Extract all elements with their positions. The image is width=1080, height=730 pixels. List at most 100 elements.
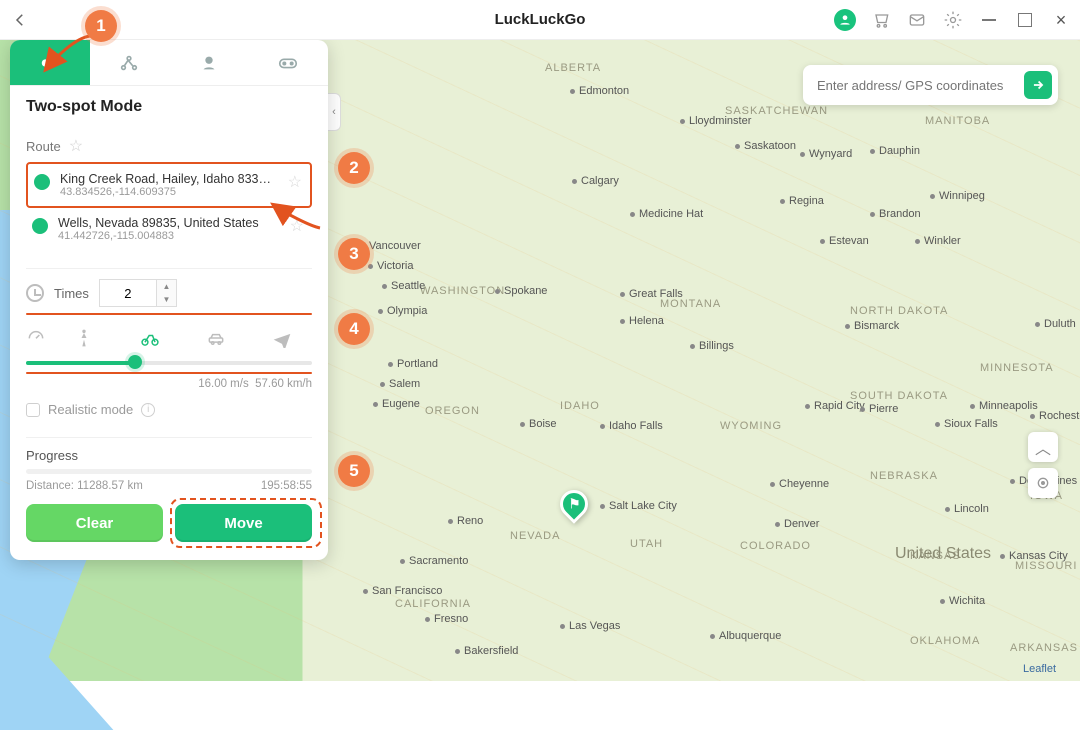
region-label: NORTH DAKOTA bbox=[850, 305, 948, 317]
city-label: Boise bbox=[520, 418, 557, 430]
settings-icon[interactable] bbox=[942, 9, 964, 31]
annotation-badge-2: 2 bbox=[338, 152, 370, 184]
city-label: Seattle bbox=[382, 280, 425, 292]
city-label: Lincoln bbox=[945, 503, 989, 515]
help-icon[interactable]: i bbox=[141, 403, 155, 417]
annotation-badge-4: 4 bbox=[338, 313, 370, 345]
panel-collapse-button[interactable]: ‹ bbox=[327, 93, 341, 131]
clock-icon bbox=[26, 284, 44, 302]
city-label: Duluth bbox=[1035, 318, 1076, 330]
region-label: UTAH bbox=[630, 538, 663, 550]
search-input[interactable] bbox=[817, 78, 1024, 93]
tab-teleport[interactable] bbox=[169, 40, 249, 85]
waypoint-address: King Creek Road, Hailey, Idaho 8334... bbox=[60, 172, 276, 186]
city-label: Salt Lake City bbox=[600, 500, 677, 512]
times-stepper[interactable]: ▲ ▼ bbox=[99, 279, 177, 307]
route-label: Route bbox=[26, 139, 61, 154]
realistic-label: Realistic mode bbox=[48, 402, 133, 417]
times-row: Times ▲ ▼ bbox=[10, 279, 328, 307]
region-label: COLORADO bbox=[740, 540, 811, 552]
gauge-icon bbox=[26, 325, 48, 350]
region-label: ARKANSAS bbox=[1010, 642, 1078, 654]
search-go-button[interactable] bbox=[1024, 71, 1052, 99]
region-label: NEBRASKA bbox=[870, 470, 938, 482]
region-label: WASHINGTON bbox=[420, 285, 505, 297]
clear-button[interactable]: Clear bbox=[26, 504, 163, 542]
speed-slider[interactable] bbox=[26, 356, 312, 370]
eta-text: 195:58:55 bbox=[261, 480, 312, 492]
transport-bike-icon[interactable] bbox=[120, 328, 180, 348]
city-label: Helena bbox=[620, 315, 664, 327]
city-label: Bismarck bbox=[845, 320, 899, 332]
region-label: ALBERTA bbox=[545, 62, 601, 74]
city-label: Minneapolis bbox=[970, 400, 1038, 412]
times-value[interactable] bbox=[100, 280, 156, 306]
city-label: Reno bbox=[448, 515, 483, 527]
waypoint-favorite-icon[interactable]: ☆ bbox=[286, 172, 304, 192]
tab-joystick[interactable] bbox=[249, 40, 329, 85]
city-label: Eugene bbox=[373, 398, 420, 410]
city-label: Idaho Falls bbox=[600, 420, 663, 432]
city-label: Billings bbox=[690, 340, 734, 352]
transport-plane-icon[interactable] bbox=[252, 328, 312, 348]
realistic-mode-row: Realistic mode i bbox=[10, 398, 328, 427]
account-icon[interactable] bbox=[834, 9, 856, 31]
back-button[interactable] bbox=[0, 11, 40, 29]
speed-readout: 16.00 m/s 57.60 km/h bbox=[10, 374, 328, 398]
region-label: NEVADA bbox=[510, 530, 560, 542]
transport-car-icon[interactable] bbox=[186, 328, 246, 348]
country-label: United States bbox=[895, 545, 991, 563]
city-label: Las Vegas bbox=[560, 620, 620, 632]
region-label: OREGON bbox=[425, 405, 480, 417]
distance-text: Distance: 11288.57 km bbox=[26, 480, 143, 492]
move-button[interactable]: Move bbox=[175, 504, 312, 542]
city-label: Pierre bbox=[860, 403, 898, 415]
city-label: Lloydminster bbox=[680, 115, 751, 127]
city-label: Victoria bbox=[368, 260, 413, 272]
mail-icon[interactable] bbox=[906, 9, 928, 31]
map-locate-button[interactable] bbox=[1028, 468, 1058, 498]
map-search bbox=[803, 65, 1058, 105]
times-down-button[interactable]: ▼ bbox=[156, 293, 176, 306]
city-label: Rochester bbox=[1030, 410, 1080, 422]
city-label: Spokane bbox=[495, 285, 547, 297]
map-attribution[interactable]: Leaflet bbox=[1023, 663, 1056, 675]
tab-multi-spot[interactable] bbox=[90, 40, 170, 85]
times-up-button[interactable]: ▲ bbox=[156, 280, 176, 293]
city-label: Dauphin bbox=[870, 145, 920, 157]
map-pin-icon[interactable]: ⚑ bbox=[560, 490, 588, 526]
window-maximize-button[interactable] bbox=[1014, 9, 1036, 31]
city-label: Wynyard bbox=[800, 148, 852, 160]
waypoint-address: Wells, Nevada 89835, United States bbox=[58, 216, 278, 230]
city-label: Wichita bbox=[940, 595, 985, 607]
city-label: Cheyenne bbox=[770, 478, 829, 490]
waypoint-coords: 41.442726,-115.004883 bbox=[58, 230, 278, 242]
annotation-badge-1: 1 bbox=[85, 10, 117, 42]
times-label: Times bbox=[54, 286, 89, 301]
city-label: Albuquerque bbox=[710, 630, 781, 642]
city-label: Fresno bbox=[425, 613, 468, 625]
city-label: Olympia bbox=[378, 305, 427, 317]
city-label: Bakersfield bbox=[455, 645, 518, 657]
transport-walk-icon[interactable] bbox=[54, 328, 114, 348]
realistic-checkbox[interactable] bbox=[26, 403, 40, 417]
city-label: Regina bbox=[780, 195, 824, 207]
window-minimize-button[interactable] bbox=[978, 9, 1000, 31]
window-close-button[interactable]: × bbox=[1050, 9, 1072, 31]
city-label: Denver bbox=[775, 518, 819, 530]
city-label: Saskatoon bbox=[735, 140, 796, 152]
city-label: Sacramento bbox=[400, 555, 468, 567]
slider-thumb[interactable] bbox=[128, 355, 142, 369]
region-label: CALIFORNIA bbox=[395, 598, 471, 610]
titlebar: LuckLuckGo × bbox=[0, 0, 1080, 40]
route-favorite-icon[interactable]: ☆ bbox=[69, 136, 83, 156]
city-label: Great Falls bbox=[620, 288, 683, 300]
city-label: Sioux Falls bbox=[935, 418, 998, 430]
progress-label: Progress bbox=[10, 448, 328, 469]
cart-icon[interactable] bbox=[870, 9, 892, 31]
city-label: Brandon bbox=[870, 208, 921, 220]
city-label: Salem bbox=[380, 378, 420, 390]
city-label: Medicine Hat bbox=[630, 208, 703, 220]
map-expand-button[interactable]: ︿ bbox=[1028, 432, 1058, 462]
start-pin-icon bbox=[34, 174, 50, 190]
